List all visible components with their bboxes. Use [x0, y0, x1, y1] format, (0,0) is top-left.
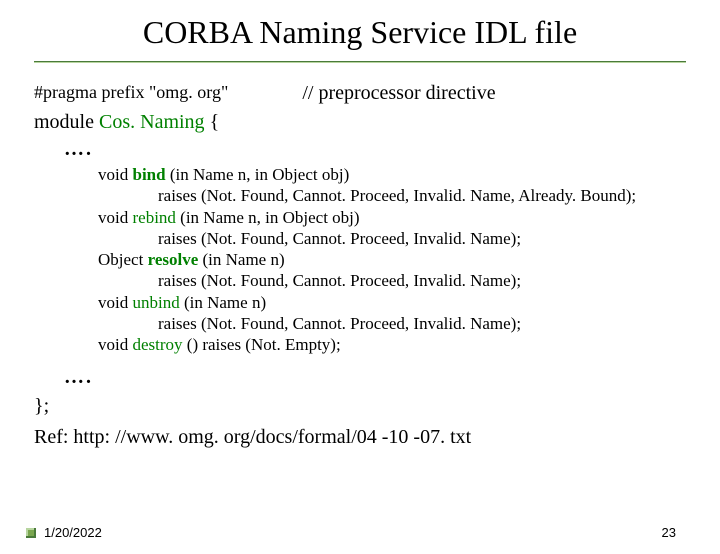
kw-object: Object: [98, 250, 148, 269]
code-line-raises: raises (Not. Found, Cannot. Proceed, Inv…: [98, 313, 686, 334]
footer-page-number: 23: [662, 525, 676, 540]
params: (in Name n): [180, 293, 266, 312]
fn-unbind: unbind: [132, 293, 179, 312]
module-keyword: module: [34, 111, 99, 133]
module-brace: {: [205, 111, 220, 133]
ellipsis-top: ….: [64, 137, 686, 162]
module-line: module Cos. Naming {: [34, 110, 686, 135]
kw-void: void: [98, 208, 132, 227]
ellipsis-bottom: ….: [64, 365, 686, 390]
reference-link: Ref: http: //www. omg. org/docs/formal/0…: [34, 425, 686, 450]
module-name: Cos. Naming: [99, 111, 205, 133]
params: () raises (Not. Empty);: [183, 335, 341, 354]
code-line-destroy: void destroy () raises (Not. Empty);: [98, 334, 686, 355]
page-title: CORBA Naming Service IDL file: [0, 14, 720, 51]
code-line-bind: void bind (in Name n, in Object obj): [98, 164, 686, 185]
preprocessor-comment: // preprocessor directive: [302, 81, 495, 106]
fn-destroy: destroy: [132, 335, 182, 354]
code-line-raises: raises (Not. Found, Cannot. Proceed, Inv…: [98, 185, 686, 206]
code-line-raises: raises (Not. Found, Cannot. Proceed, Inv…: [98, 228, 686, 249]
code-block: void bind (in Name n, in Object obj) rai…: [98, 164, 686, 355]
params: (in Name n, in Object obj): [176, 208, 360, 227]
params: (in Name n): [198, 250, 284, 269]
code-line-raises: raises (Not. Found, Cannot. Proceed, Inv…: [98, 270, 686, 291]
kw-void: void: [98, 335, 132, 354]
code-line-rebind: void rebind (in Name n, in Object obj): [98, 207, 686, 228]
kw-void: void: [98, 293, 132, 312]
fn-bind: bind: [132, 165, 165, 184]
params: (in Name n, in Object obj): [166, 165, 350, 184]
footer-date: 1/20/2022: [44, 525, 102, 540]
fn-rebind: rebind: [132, 208, 175, 227]
fn-resolve: resolve: [148, 250, 199, 269]
content: #pragma prefix "omg. org" // preprocesso…: [34, 81, 686, 450]
pragma-text: #pragma prefix "omg. org": [34, 81, 228, 106]
pragma-row: #pragma prefix "omg. org" // preprocesso…: [34, 81, 686, 106]
code-line-unbind: void unbind (in Name n): [98, 292, 686, 313]
kw-void: void: [98, 165, 132, 184]
title-underline: [34, 61, 686, 63]
footer: 1/20/2022 23: [0, 525, 720, 540]
slide: CORBA Naming Service IDL file #pragma pr…: [0, 14, 720, 554]
code-line-resolve: Object resolve (in Name n): [98, 249, 686, 270]
closing-brace: };: [34, 394, 686, 419]
